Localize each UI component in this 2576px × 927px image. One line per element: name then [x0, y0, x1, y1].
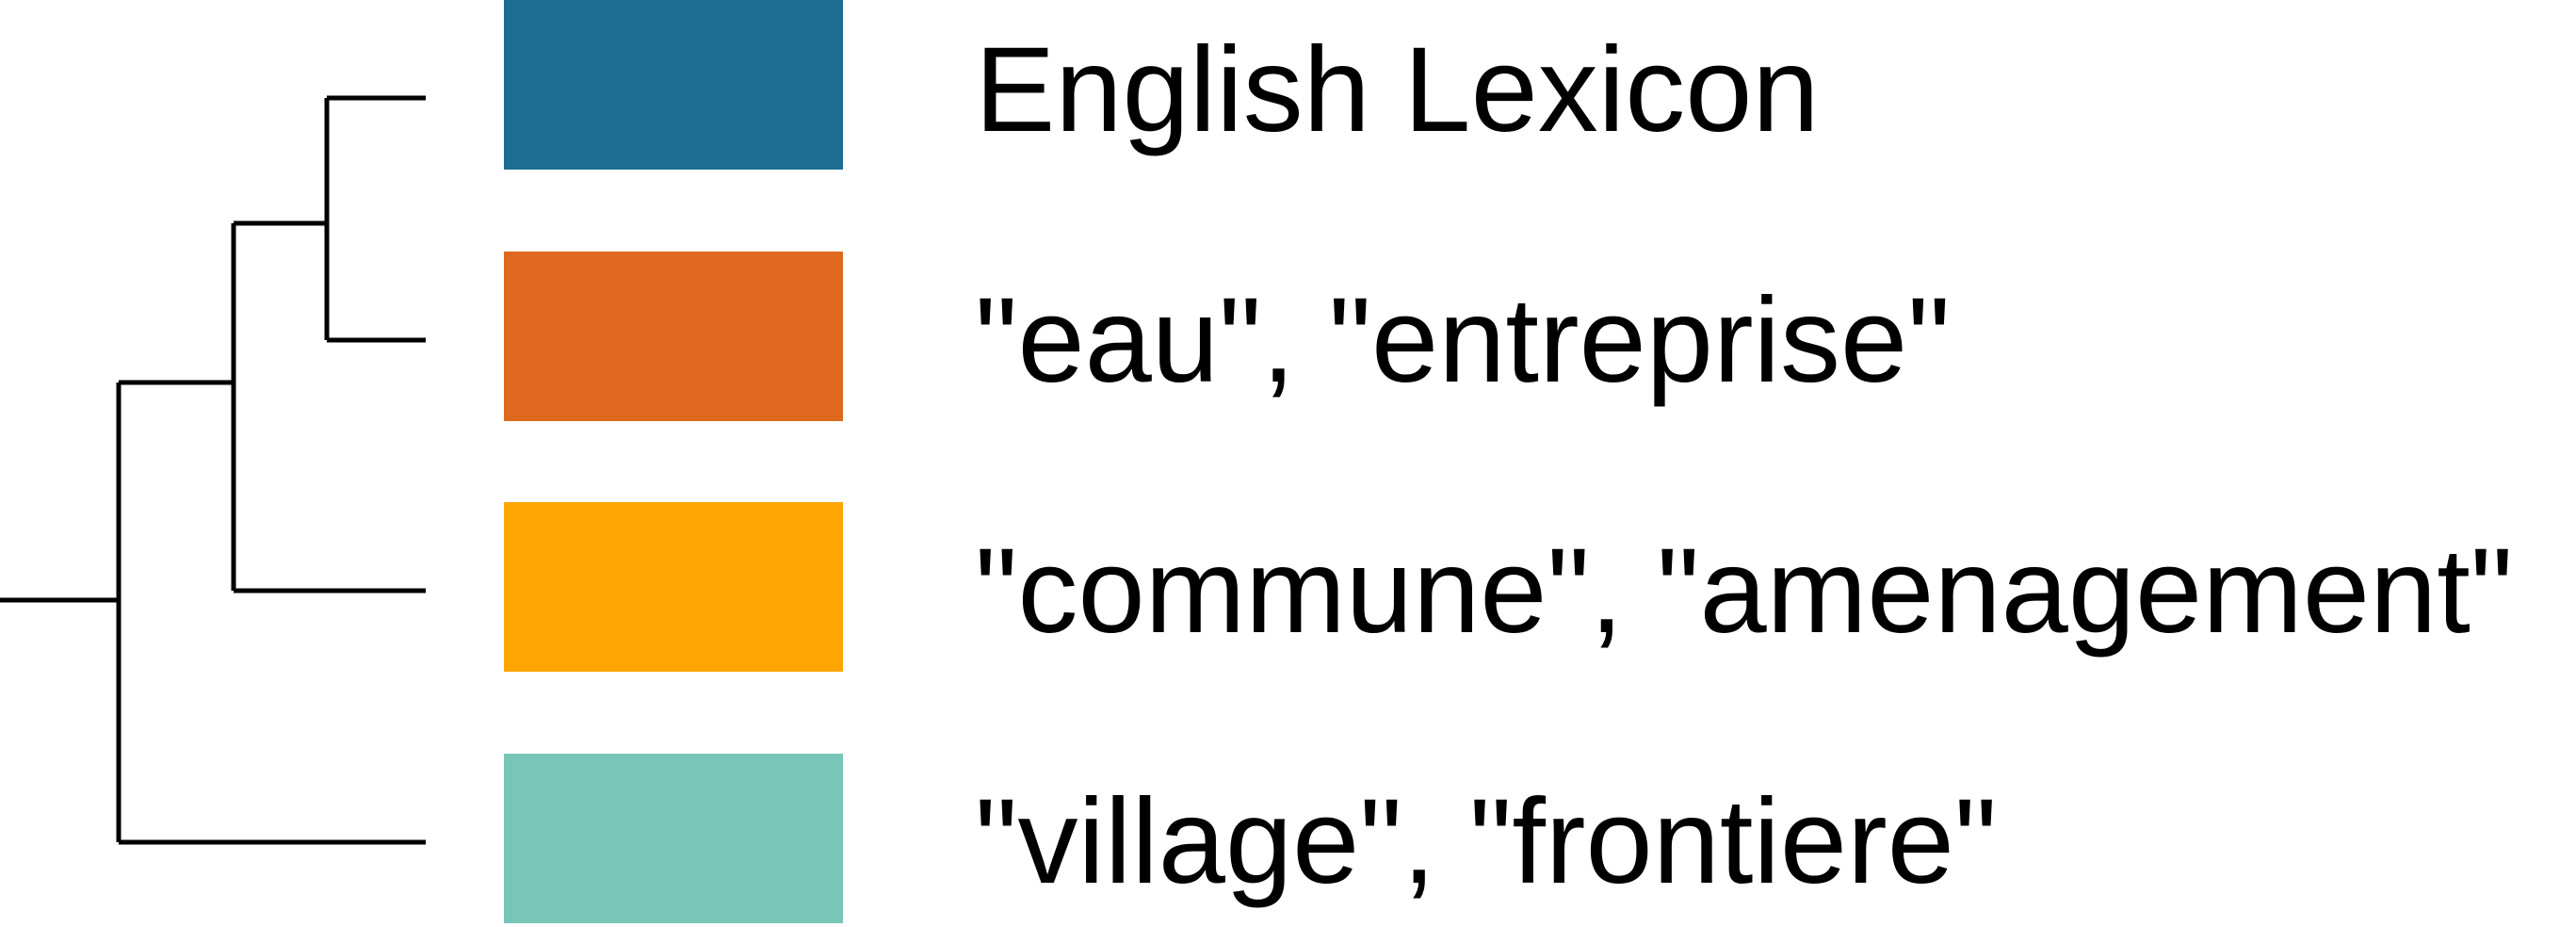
- dendrogram: [0, 95, 426, 845]
- legend-label-english-lexicon: English Lexicon: [975, 23, 1820, 157]
- legend-swatch-commune-amenagement: [504, 502, 843, 672]
- legend-swatch-village-frontiere: [504, 754, 843, 923]
- legend-label-village-frontiere: "village", "frontiere": [975, 774, 1998, 909]
- legend-label-eau-entreprise: "eau", "entreprise": [975, 273, 1951, 408]
- legend-swatch-english-lexicon: [504, 0, 843, 170]
- legend-label-commune-amenagement: "commune", "amenagement": [975, 524, 2514, 659]
- legend-swatch-eau-entreprise: [504, 252, 843, 421]
